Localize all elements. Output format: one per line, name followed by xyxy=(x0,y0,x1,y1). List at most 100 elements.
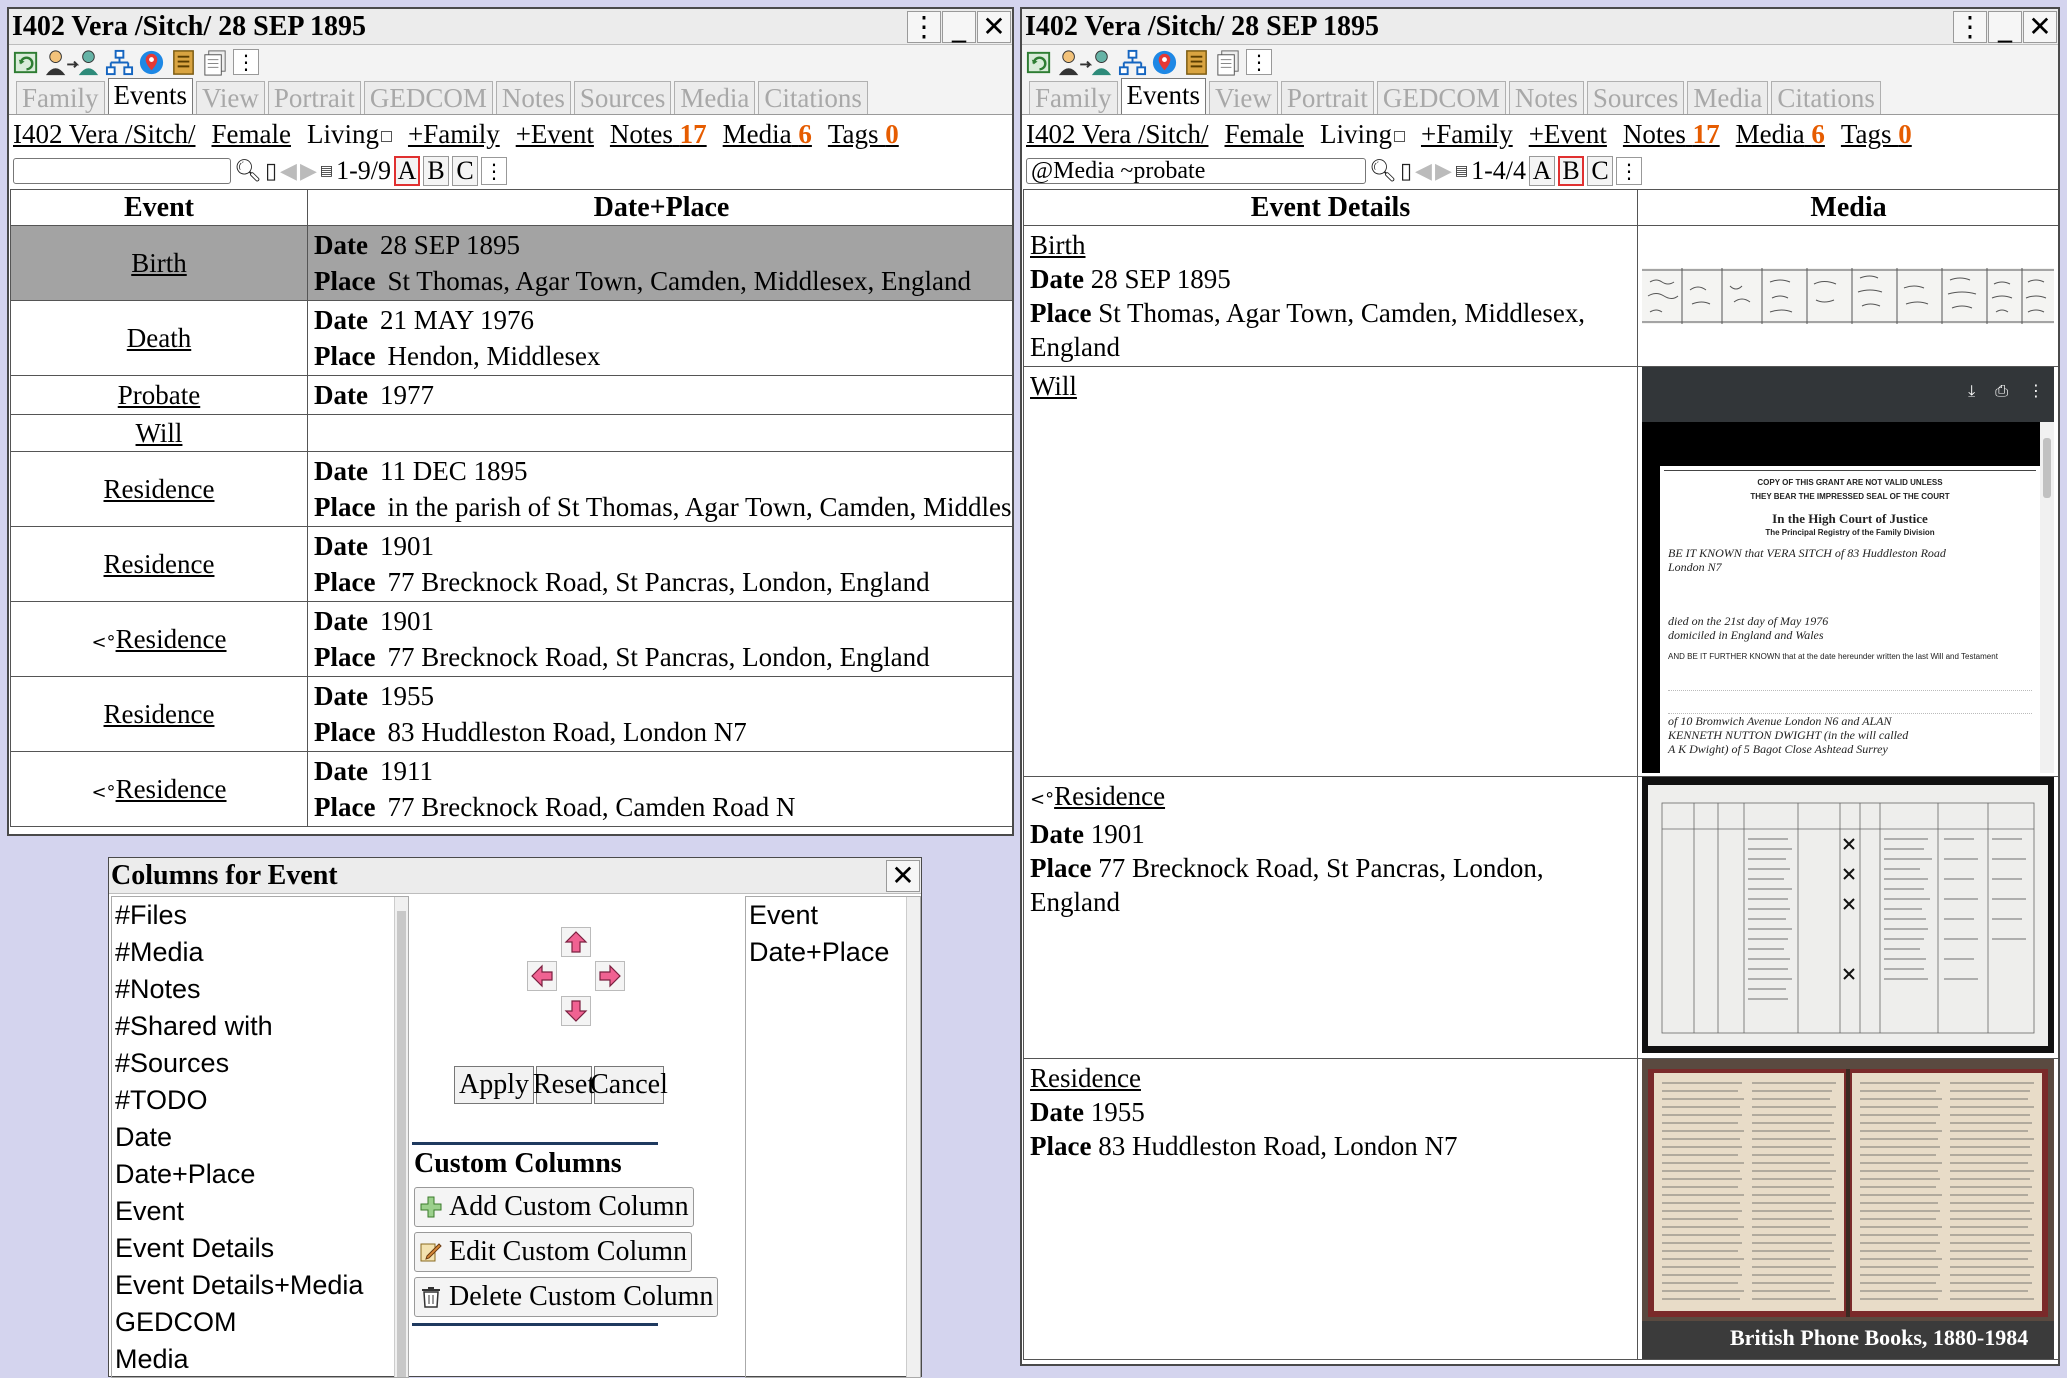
next-page-icon[interactable]: ▶ xyxy=(1435,159,1452,184)
list-item[interactable]: #Notes xyxy=(115,971,408,1008)
table-row[interactable]: Will ⤓ ⎙ ⋮ COPY OF THIS GRANT ARE NOT VA… xyxy=(1023,366,2058,777)
list-item[interactable]: Event Details xyxy=(115,1230,408,1267)
tab-notes[interactable]: Notes xyxy=(1508,81,1584,114)
add-event-link[interactable]: +Event xyxy=(516,119,594,150)
event-link[interactable]: Residence xyxy=(104,549,215,579)
download-icon[interactable]: ⤓ xyxy=(1968,381,1975,401)
pdf-menu-icon[interactable]: ⋮ xyxy=(2028,381,2044,401)
delete-custom-column-button[interactable]: Delete Custom Column xyxy=(414,1277,719,1317)
close-button[interactable]: ✕ xyxy=(977,10,1011,43)
move-left-arrow-icon[interactable] xyxy=(527,961,557,991)
refresh-icon[interactable] xyxy=(12,48,41,77)
notes-icon[interactable] xyxy=(1182,48,1211,77)
search-icon[interactable]: 🔍︎ xyxy=(234,159,262,184)
add-custom-column-button[interactable]: Add Custom Column xyxy=(414,1187,694,1227)
event-link[interactable]: Residence xyxy=(104,474,215,504)
event-link[interactable]: Death xyxy=(127,323,191,353)
move-down-arrow-icon[interactable] xyxy=(561,996,591,1026)
person-name-link[interactable]: I402 Vera /Sitch/ xyxy=(1026,119,1208,150)
tags-link[interactable]: Tags 0 xyxy=(1841,119,1912,150)
page-size-icon[interactable]: ▤ xyxy=(1455,163,1468,179)
tab-sources[interactable]: Sources xyxy=(573,81,672,114)
list-item[interactable]: #TODO xyxy=(115,1082,408,1119)
tab-media[interactable]: Media xyxy=(1687,81,1769,114)
notes-icon[interactable] xyxy=(169,48,198,77)
toolbar-more-button[interactable]: ⋮ xyxy=(1246,49,1272,75)
next-page-icon[interactable]: ▶ xyxy=(300,159,317,184)
media-link[interactable]: Media 6 xyxy=(1736,119,1825,150)
living-toggle[interactable]: Living xyxy=(307,119,392,150)
edit-custom-column-button[interactable]: Edit Custom Column xyxy=(414,1232,693,1272)
phone-book-image[interactable]: British Phone Books, 1880-1984 xyxy=(1642,1059,2054,1359)
event-link[interactable]: Will xyxy=(136,418,183,448)
list-item[interactable]: Event Details+Media xyxy=(115,1267,408,1304)
search-icon[interactable]: 🔍︎ xyxy=(1369,159,1397,184)
tab-media[interactable]: Media xyxy=(674,81,756,114)
tab-citations[interactable]: Citations xyxy=(758,81,868,114)
page-size-icon[interactable]: ▤ xyxy=(320,163,333,179)
map-icon[interactable] xyxy=(137,48,166,77)
event-link[interactable]: Birth xyxy=(1030,230,1086,260)
column-header-event[interactable]: Event xyxy=(10,189,308,226)
tab-family[interactable]: Family xyxy=(1029,81,1118,114)
list-item[interactable]: Date+Place xyxy=(115,1156,408,1193)
table-row[interactable]: Residence Date 1901 Place 77 Brecknock Road… xyxy=(10,526,1012,602)
event-link[interactable]: Birth xyxy=(131,248,187,278)
table-row[interactable]: Residence Date 1955 Place 83 Huddleston Roa… xyxy=(10,676,1012,752)
tab-portrait[interactable]: Portrait xyxy=(1280,81,1374,114)
search-more-button[interactable]: ⋮ xyxy=(1616,157,1643,185)
clear-icon[interactable]: ▯ xyxy=(265,159,277,184)
event-link[interactable]: Residence xyxy=(116,624,227,654)
event-link[interactable]: Residence xyxy=(104,699,215,729)
list-item[interactable]: #Media xyxy=(115,934,408,971)
list-scrollbar[interactable] xyxy=(906,897,920,1377)
tab-portrait[interactable]: Portrait xyxy=(267,81,361,114)
person-name-link[interactable]: I402 Vera /Sitch/ xyxy=(13,119,195,150)
reset-button[interactable]: Reset xyxy=(533,1066,595,1104)
tab-events[interactable]: Events xyxy=(1120,78,1207,114)
column-header-date-place[interactable]: Date+Place xyxy=(307,189,1012,226)
event-link[interactable]: Residence xyxy=(116,774,227,804)
view-c-button[interactable]: C xyxy=(452,156,479,186)
window-titlebar[interactable]: I402 Vera /Sitch/ 28 SEP 1895 ⋮ _ ✕ xyxy=(1022,9,2058,45)
person-relate-icon[interactable] xyxy=(44,48,102,77)
census-1901-image[interactable] xyxy=(1642,777,2054,1053)
tags-link[interactable]: Tags 0 xyxy=(828,119,899,150)
apply-button[interactable]: Apply xyxy=(454,1066,534,1104)
search-input[interactable]: @Media ~probate xyxy=(1026,158,1366,184)
list-item[interactable]: #Files xyxy=(115,897,408,934)
list-item[interactable]: Media xyxy=(115,1341,408,1377)
table-row[interactable]: Residence Date 1955 Place 83 Huddleston … xyxy=(1023,1058,2058,1360)
view-b-button[interactable]: B xyxy=(423,156,450,186)
toolbar-more-button[interactable]: ⋮ xyxy=(233,49,259,75)
add-family-link[interactable]: +Family xyxy=(1421,119,1513,150)
notes-link[interactable]: Notes 17 xyxy=(1623,119,1720,150)
search-input[interactable] xyxy=(13,158,231,184)
map-icon[interactable] xyxy=(1150,48,1179,77)
event-link[interactable]: Probate xyxy=(118,380,200,410)
table-row[interactable]: Birth Date 28 SEP 1895 Place St Thomas, Aga… xyxy=(10,225,1012,301)
documents-icon[interactable] xyxy=(201,48,230,77)
cancel-button[interactable]: Cancel xyxy=(590,1066,668,1104)
minimize-button[interactable]: _ xyxy=(942,10,976,43)
table-row[interactable]: Will xyxy=(10,414,1012,452)
person-relate-icon[interactable] xyxy=(1057,48,1115,77)
column-header-media[interactable]: Media xyxy=(1637,189,2058,226)
pdf-scrollbar[interactable] xyxy=(2040,422,2054,773)
tab-citations[interactable]: Citations xyxy=(1771,81,1881,114)
move-up-arrow-icon[interactable] xyxy=(561,927,591,957)
event-link[interactable]: Residence xyxy=(1030,1063,1141,1093)
view-c-button[interactable]: C xyxy=(1587,156,1614,186)
table-row[interactable]: Probate Date 1977 xyxy=(10,375,1012,415)
list-item[interactable]: Date+Place xyxy=(749,934,920,971)
window-titlebar[interactable]: I402 Vera /Sitch/ 28 SEP 1895 ⋮ _ ✕ xyxy=(9,9,1012,45)
list-item[interactable]: Event xyxy=(749,897,920,934)
living-checkbox[interactable] xyxy=(1393,130,1405,142)
living-checkbox[interactable] xyxy=(380,130,392,142)
dialog-close-button[interactable]: ✕ xyxy=(886,859,920,892)
minimize-button[interactable]: _ xyxy=(1988,10,2022,43)
media-link[interactable]: Media 6 xyxy=(723,119,812,150)
probate-pdf-viewer[interactable]: ⤓ ⎙ ⋮ COPY OF THIS GRANT ARE NOT VALID U… xyxy=(1642,367,2054,773)
close-button[interactable]: ✕ xyxy=(2023,10,2057,43)
tab-sources[interactable]: Sources xyxy=(1586,81,1685,114)
